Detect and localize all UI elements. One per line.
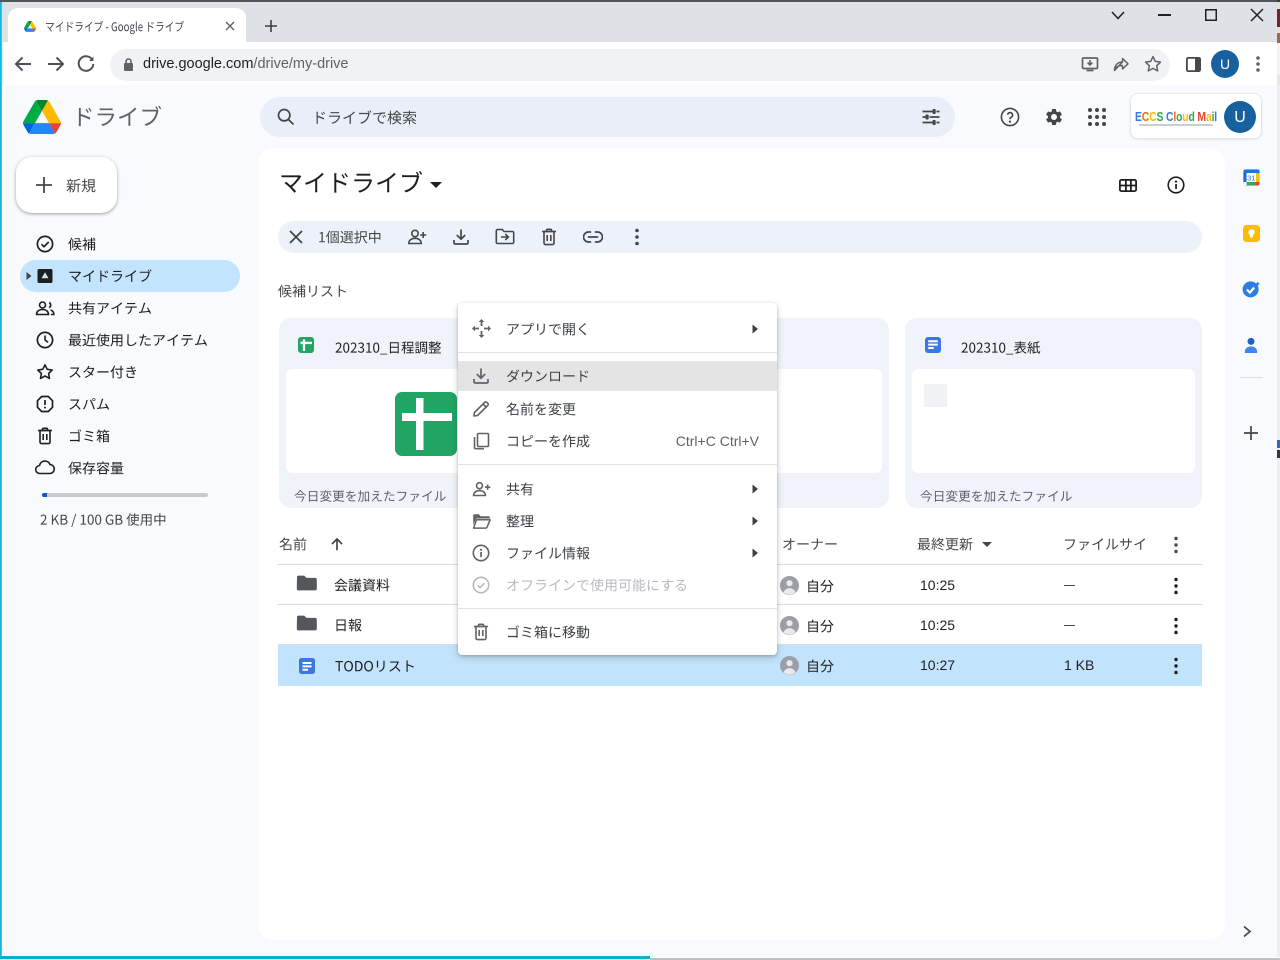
svg-text:31: 31 [1247,173,1255,182]
